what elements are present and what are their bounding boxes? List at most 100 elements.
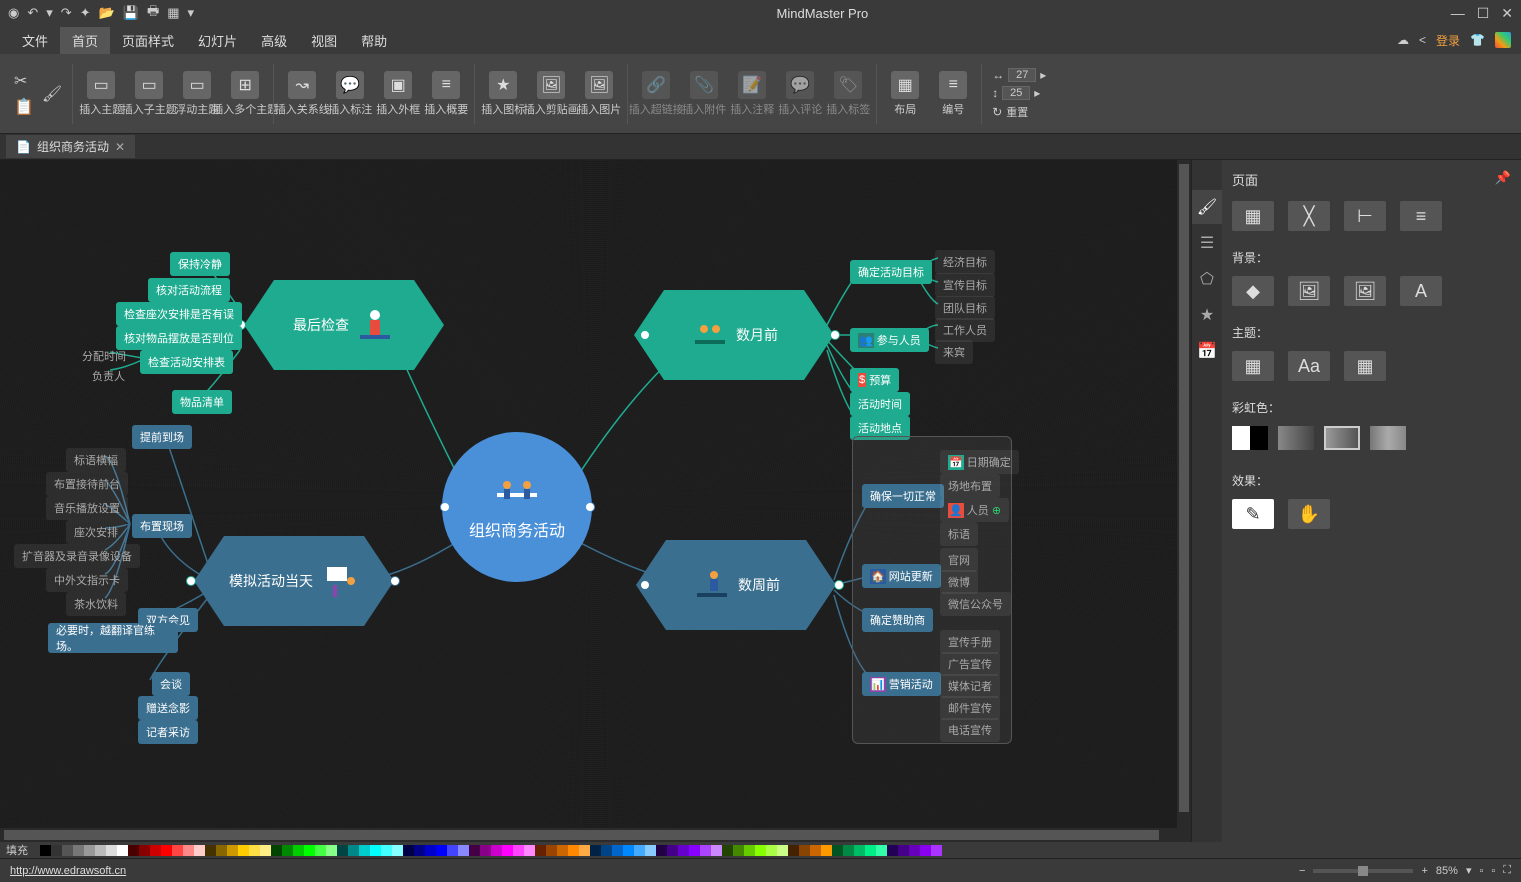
node-item[interactable]: 👥 参与人员	[850, 328, 929, 352]
node-item[interactable]: 🏠 网站更新	[862, 564, 941, 588]
color-swatch[interactable]	[337, 845, 348, 856]
menu-page-format[interactable]: 页面样式	[110, 27, 186, 54]
color-swatch[interactable]	[711, 845, 722, 856]
color-swatch[interactable]	[62, 845, 73, 856]
menu-home[interactable]: 首页	[60, 27, 110, 54]
color-swatch[interactable]	[84, 845, 95, 856]
collapse-dot[interactable]	[830, 330, 840, 340]
view-mode-1-icon[interactable]: ▫	[1479, 865, 1483, 877]
close-icon[interactable]: ✕	[1501, 5, 1513, 22]
topright-main[interactable]: 数月前	[634, 290, 834, 380]
print-icon[interactable]: 🖶	[147, 2, 159, 24]
color-swatch[interactable]	[40, 845, 51, 856]
color-swatch[interactable]	[579, 845, 590, 856]
node-item[interactable]: 核对活动流程	[148, 278, 230, 302]
color-swatch[interactable]	[810, 845, 821, 856]
node-item[interactable]: 物品清单	[172, 390, 232, 414]
color-swatch[interactable]	[139, 845, 150, 856]
color-swatch[interactable]	[359, 845, 370, 856]
node-item[interactable]: 广告宣传	[940, 652, 1000, 676]
color-swatch[interactable]	[788, 845, 799, 856]
collapse-dot[interactable]	[834, 580, 844, 590]
pin-icon[interactable]: 📌	[1495, 170, 1511, 189]
color-swatch[interactable]	[700, 845, 711, 856]
bg-watermark[interactable]: A	[1400, 276, 1442, 306]
color-swatch[interactable]	[304, 845, 315, 856]
node-item[interactable]: 宣传目标	[935, 273, 995, 297]
close-tab-icon[interactable]: ✕	[115, 140, 125, 154]
color-swatch[interactable]	[172, 845, 183, 856]
color-swatch[interactable]	[425, 845, 436, 856]
callout-button[interactable]: 💬插入标注	[326, 69, 374, 119]
color-swatch[interactable]	[271, 845, 282, 856]
collapse-dot[interactable]	[186, 576, 196, 586]
node-item[interactable]: 团队目标	[935, 296, 995, 320]
topleft-main[interactable]: 最后检查	[244, 280, 444, 370]
color-swatch[interactable]	[744, 845, 755, 856]
reset-button[interactable]: 重置	[1006, 104, 1028, 120]
summary-button[interactable]: ≡插入概要	[422, 69, 470, 119]
share-icon[interactable]: <	[1419, 33, 1426, 47]
zoom-in-icon[interactable]: +	[1421, 865, 1427, 877]
color-swatch[interactable]	[854, 845, 865, 856]
color-swatch[interactable]	[106, 845, 117, 856]
color-swatch[interactable]	[414, 845, 425, 856]
color-swatch[interactable]	[645, 845, 656, 856]
node-item[interactable]: 宣传手册	[940, 630, 1000, 654]
color-swatch[interactable]	[73, 845, 84, 856]
menu-view[interactable]: 视图	[299, 27, 349, 54]
node-item[interactable]: 核对物品摆放是否到位	[116, 326, 242, 350]
color-swatch[interactable]	[766, 845, 777, 856]
color-swatch[interactable]	[799, 845, 810, 856]
multiple-topics-button[interactable]: ⊞插入多个主题	[221, 69, 269, 119]
color-swatch[interactable]	[546, 845, 557, 856]
fit-page-icon[interactable]: ▾	[1466, 864, 1472, 877]
numbering-button[interactable]: ≡编号	[929, 69, 977, 119]
node-item[interactable]: 音乐播放设置	[46, 496, 128, 520]
node-item[interactable]: 负责人	[84, 364, 133, 388]
color-swatch[interactable]	[777, 845, 788, 856]
minimize-icon[interactable]: —	[1451, 5, 1465, 22]
color-swatch[interactable]	[865, 845, 876, 856]
node-item[interactable]: 提前到场	[132, 425, 192, 449]
fullscreen-icon[interactable]: ⛶	[1503, 864, 1511, 877]
color-swatch[interactable]	[491, 845, 502, 856]
node-item[interactable]: 确定活动目标	[850, 260, 932, 284]
color-swatch[interactable]	[392, 845, 403, 856]
open-icon[interactable]: 📂	[99, 5, 115, 21]
collapse-dot[interactable]	[585, 502, 595, 512]
copy-icon[interactable]: 📋	[14, 97, 34, 117]
color-swatch[interactable]	[315, 845, 326, 856]
layout-style-4[interactable]: ≡	[1400, 201, 1442, 231]
node-item[interactable]: 👤 人员 ⊕	[940, 498, 1009, 522]
panel-tab-clipart[interactable]: 📅	[1192, 334, 1222, 368]
color-swatch[interactable]	[150, 845, 161, 856]
menu-slide[interactable]: 幻灯片	[186, 27, 249, 54]
canvas[interactable]: 组织商务活动 最后检查 保持冷静 核对活动流程 检查座次安排是否有误 核对物品摆…	[0, 160, 1191, 842]
new-icon[interactable]: ✦	[80, 5, 91, 21]
shirt-icon[interactable]: 👕	[1470, 33, 1485, 47]
color-swatch[interactable]	[722, 845, 733, 856]
node-item[interactable]: 保持冷静	[170, 252, 230, 276]
cloud-icon[interactable]: ☁	[1397, 33, 1409, 47]
status-url[interactable]: http://www.edrawsoft.cn	[10, 865, 126, 877]
collapse-dot[interactable]	[640, 330, 650, 340]
panel-tab-format[interactable]: 🖌	[1192, 190, 1222, 224]
color-swatch[interactable]	[205, 845, 216, 856]
note-button[interactable]: 📝插入注释	[728, 69, 776, 119]
color-swatch[interactable]	[227, 845, 238, 856]
color-swatch[interactable]	[524, 845, 535, 856]
zoom-slider[interactable]	[1313, 869, 1413, 873]
callout-note[interactable]: 必要时，越翻译官练场。	[48, 623, 178, 653]
color-swatch[interactable]	[348, 845, 359, 856]
layout-style-1[interactable]: ▦	[1232, 201, 1274, 231]
color-swatch[interactable]	[260, 845, 271, 856]
color-swatch[interactable]	[326, 845, 337, 856]
color-swatch[interactable]	[535, 845, 546, 856]
node-item[interactable]: 中外文指示卡	[46, 568, 128, 592]
color-swatch[interactable]	[557, 845, 568, 856]
theme-font[interactable]: Aa	[1288, 351, 1330, 381]
horizontal-scrollbar[interactable]	[0, 828, 1191, 842]
app-icon[interactable]: ◉	[8, 5, 19, 21]
color-swatch[interactable]	[876, 845, 887, 856]
